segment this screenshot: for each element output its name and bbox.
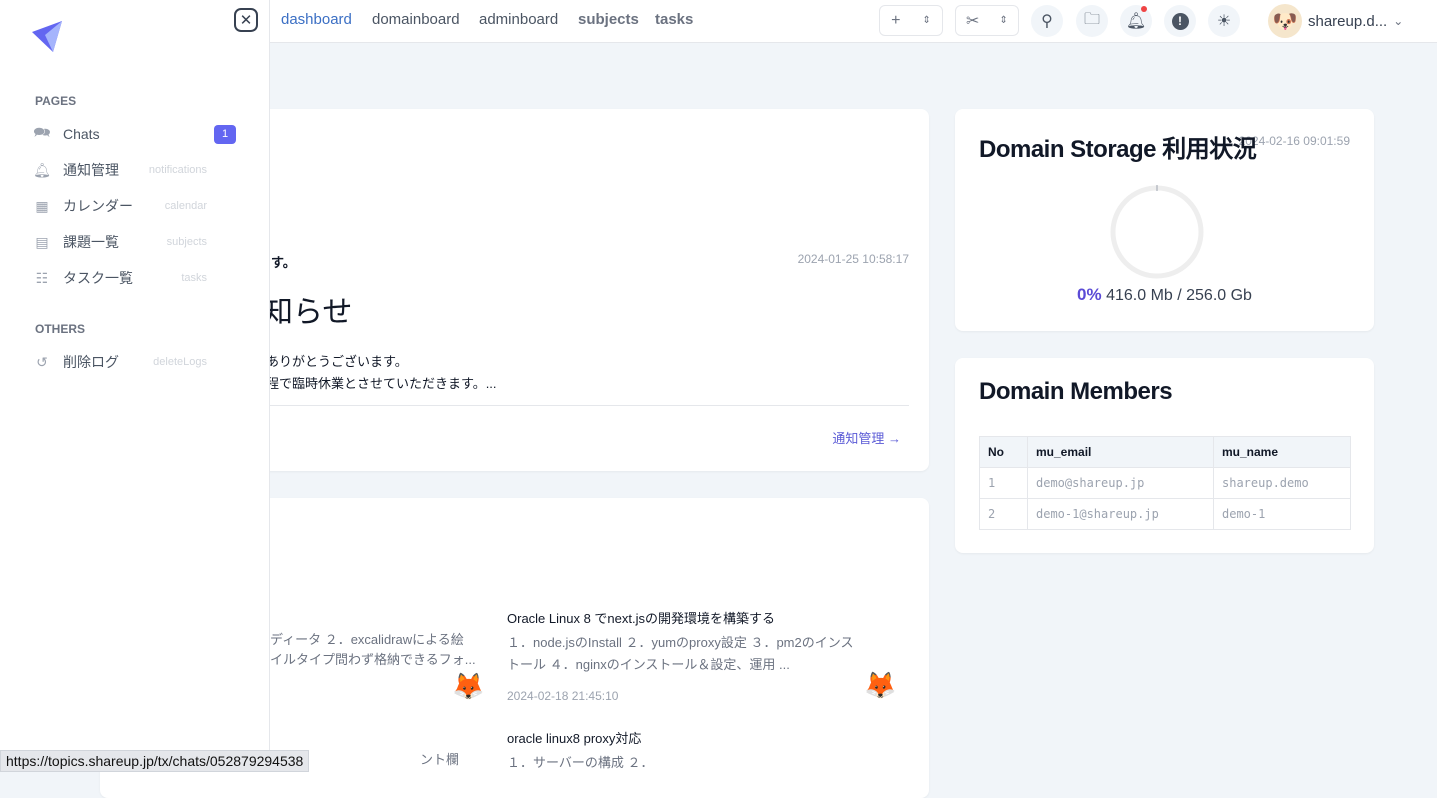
add-select[interactable]: + ⇕ [879, 5, 943, 36]
close-sidebar-button[interactable]: ✕ [234, 8, 258, 32]
notifications-button[interactable]: 🔔︎ [1120, 5, 1152, 37]
history-icon: ↺ [36, 353, 48, 370]
sidebar-item-calendar[interactable]: ▦ カレンダー calendar [30, 192, 240, 220]
topic-left-line-1: ディータ ２．excalidrawによる絵 [270, 632, 464, 647]
chat-icon: 🗪 [33, 124, 51, 140]
sidebar: ✕ PAGES 🗪 Chats 1 🔔︎ 通知管理 notifications ▦ カレン… [0, 0, 270, 772]
message-icon: ▤ [35, 233, 49, 250]
sidebar-item-tasks[interactable]: ☷ タスク一覧 tasks [30, 264, 240, 292]
topic-item[interactable]: Oracle Linux 8 でnext.jsの開発環境を構築する １．node… [507, 608, 897, 703]
notice-date: 2024-01-25 10:58:17 [797, 252, 909, 266]
updown-icon: ⇕ [999, 15, 1008, 26]
notice-title: 知らせ [263, 296, 353, 329]
updown-icon: ⇕ [922, 15, 931, 26]
topic-line-1: １．node.jsのInstall ２．yumのproxy設定 ３．pm2のイン… [507, 635, 854, 650]
notice-line-1: ありがとうございます。 [266, 354, 408, 369]
topic-date: 2024-02-18 21:45:10 [507, 689, 619, 703]
table-header: No mu_email mu_name [979, 436, 1351, 468]
scissors-select[interactable]: ✂ ⇕ [955, 5, 1019, 36]
gauge-track [1110, 185, 1204, 279]
others-section-label: OTHERS [35, 322, 86, 336]
list-check-icon: ☷ [35, 269, 49, 286]
sidebar-item-label: 課題一覧 [63, 234, 119, 250]
scissors-icon: ✂ [966, 12, 980, 30]
storage-title: Domain Storage 利用状況 [979, 136, 1257, 163]
sidebar-item-subjects[interactable]: ▤ 課題一覧 subjects [30, 228, 240, 256]
sidebar-item-label: 削除ログ [63, 354, 119, 370]
fox-avatar: 🦊 [452, 671, 485, 701]
col-no: No [979, 436, 1028, 468]
folder-heart-icon: 🗀 [1083, 10, 1100, 28]
pages-section-label: PAGES [35, 94, 77, 108]
members-table: No mu_email mu_name 1 demo@shareup.jp sh… [979, 436, 1351, 530]
sidebar-item-hint: subjects [166, 236, 207, 248]
sidebar-item-delete-logs[interactable]: ↺ 削除ログ deleteLogs [30, 348, 240, 376]
nav-tasks[interactable]: tasks [655, 11, 693, 28]
sun-icon: ☀ [1216, 13, 1232, 30]
cell-name: shareup.demo [1213, 467, 1351, 499]
alert-button[interactable]: ! [1164, 5, 1196, 37]
sidebar-item-label: Chats [63, 126, 100, 142]
sidebar-item-label: 通知管理 [63, 162, 119, 178]
storage-usage: 0% 416.0 Mb / 256.0 Gb [955, 285, 1374, 305]
cell-email: demo-1@shareup.jp [1027, 498, 1214, 530]
topic-title: Oracle Linux 8 でnext.jsの開発環境を構築する [507, 611, 776, 626]
nav-dashboard[interactable]: dashboard [281, 11, 352, 28]
close-icon: ✕ [239, 12, 253, 29]
plus-icon: + [891, 11, 901, 29]
notifications-link[interactable]: 通知管理 → [832, 428, 901, 447]
sidebar-item-label: カレンダー [63, 198, 133, 214]
chats-badge: 1 [214, 124, 236, 144]
cell-no: 2 [979, 498, 1028, 530]
storage-usage-value: 416.0 Mb / 256.0 Gb [1106, 287, 1252, 304]
storage-card: 2024-02-16 09:01:59 Domain Storage 利用状況 … [955, 109, 1374, 331]
topic-title: oracle linux8 proxy対応 [507, 731, 642, 746]
folder-button[interactable]: 🗀 [1076, 5, 1108, 37]
alert-icon: ! [1171, 12, 1189, 30]
table-row[interactable]: 1 demo@shareup.jp shareup.demo [979, 467, 1351, 499]
table-row[interactable]: 2 demo-1@shareup.jp demo-1 [979, 498, 1351, 530]
topic-line-1: １．サーバーの構成 ２． [507, 755, 654, 770]
col-email: mu_email [1027, 436, 1214, 468]
user-name: shareup.d... [1308, 12, 1388, 30]
cell-no: 1 [979, 467, 1028, 499]
sidebar-item-chats[interactable]: 🗪 Chats 1 [30, 120, 240, 148]
members-card: Domain Members No mu_email mu_name 1 dem… [955, 358, 1374, 553]
sidebar-item-hint: notifications [148, 164, 207, 176]
members-title: Domain Members [979, 378, 1173, 405]
cell-email: demo@shareup.jp [1027, 467, 1214, 499]
user-menu[interactable]: 🐶 shareup.d... ⌄ [1268, 4, 1403, 38]
fox-avatar: 🦊 [864, 670, 897, 700]
avatar: 🐶 [1268, 4, 1302, 38]
nav-adminboard[interactable]: adminboard [479, 11, 558, 28]
sidebar-item-hint: deleteLogs [153, 356, 207, 368]
storage-percent: 0% [1077, 285, 1102, 304]
calendar-icon: ▦ [35, 197, 49, 214]
status-bar-url: https://topics.shareup.jp/tx/chats/05287… [0, 750, 310, 772]
topic-line-2: トール ４．nginxのインストール＆設定、運用 ... [507, 657, 790, 672]
bell-icon: 🔔︎ [33, 161, 51, 178]
topic-left-fragment: ント欄 [420, 752, 460, 767]
sidebar-item-notifications[interactable]: 🔔︎ 通知管理 notifications [30, 156, 240, 184]
nav-domainboard[interactable]: domainboard [372, 11, 460, 28]
topic-item[interactable]: oracle linux8 proxy対応 １．サーバーの構成 ２． [507, 728, 897, 771]
topic-left-line-2: イルタイプ問わず格納できるフォ... [270, 652, 476, 667]
storage-gauge [1110, 185, 1204, 279]
bell-icon: 🔔︎ [1125, 13, 1147, 30]
chevron-down-icon: ⌄ [1393, 14, 1404, 28]
col-name: mu_name [1213, 436, 1351, 468]
nav-subjects[interactable]: subjects [578, 11, 639, 28]
cell-name: demo-1 [1213, 498, 1351, 530]
notification-dot [1141, 6, 1147, 12]
theme-toggle[interactable]: ☀ [1208, 5, 1240, 37]
sidebar-item-label: タスク一覧 [63, 270, 133, 286]
sidebar-item-hint: tasks [181, 272, 207, 284]
notice-line-2: 程で臨時休業とさせていただきます。... [266, 376, 497, 391]
search-button[interactable]: ⚲ [1031, 5, 1063, 37]
search-icon: ⚲ [1041, 13, 1053, 30]
sidebar-item-hint: calendar [164, 200, 207, 212]
logo-paper-plane-icon [32, 21, 62, 52]
